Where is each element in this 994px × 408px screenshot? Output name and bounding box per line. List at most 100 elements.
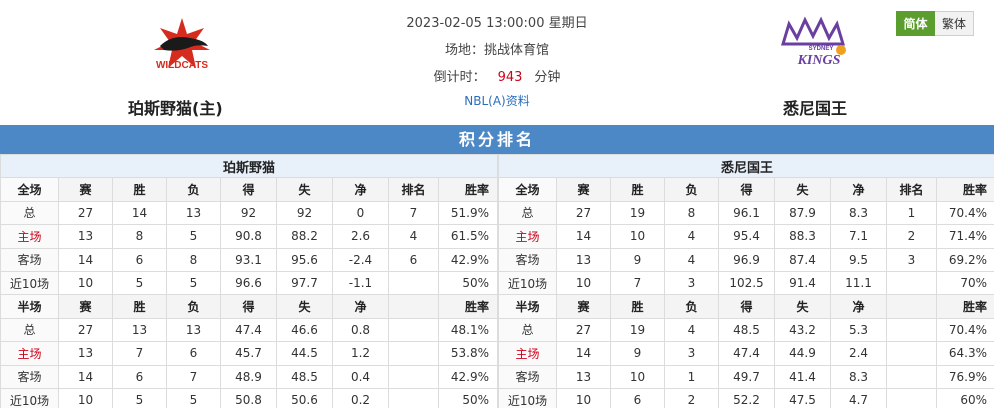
- table-cell: 14: [556, 224, 611, 249]
- full-column-headers: 全场赛胜负得失净排名 胜率: [498, 177, 994, 202]
- table-cell: [388, 364, 439, 389]
- table-cell: 4: [664, 224, 719, 249]
- away-logo-small-text: SYDNEY: [809, 46, 834, 52]
- table-row: 主场 13 7 6 45.7 44.5 1.2 53.8%: [0, 341, 498, 366]
- table-cell: [388, 341, 439, 366]
- column-header: 负: [166, 177, 221, 202]
- table-cell: 2: [886, 224, 937, 249]
- table-cell: 60%: [936, 387, 994, 408]
- row-label: 主场: [498, 224, 557, 249]
- row-label: 客场: [498, 364, 557, 389]
- table-cell: 6: [610, 387, 665, 408]
- table-cell: 9: [610, 341, 665, 366]
- table-cell: [886, 364, 937, 389]
- column-header: 净: [332, 294, 389, 319]
- row-label: 客场: [0, 247, 59, 272]
- table-cell: 13: [556, 364, 611, 389]
- table-cell: 10: [556, 387, 611, 408]
- table-cell: 70.4%: [936, 317, 994, 343]
- table-cell: 13: [556, 247, 611, 272]
- table-cell: 71.4%: [936, 224, 994, 249]
- table-cell: 9.5: [830, 247, 887, 272]
- table-cell: 50.8: [220, 387, 277, 408]
- table-cell: 13: [166, 317, 221, 343]
- table-cell: 7: [610, 270, 665, 296]
- table-cell: 0.8: [332, 317, 389, 343]
- table-cell: 3: [664, 341, 719, 366]
- table-cell: 47.4: [220, 317, 277, 343]
- column-header: 胜: [610, 294, 665, 319]
- column-header: 半场: [0, 294, 59, 319]
- table-cell: 14: [556, 341, 611, 366]
- column-header: 净: [830, 294, 887, 319]
- table-cell: -2.4: [332, 247, 389, 272]
- table-cell: 5: [112, 270, 167, 296]
- home-standings-table: 珀斯野猫 全场赛胜负得失净排名 胜率总 27 14 13 92 92 0 7 51.9% 主场 13 8 5…: [0, 153, 498, 408]
- table-cell: 50%: [438, 387, 498, 408]
- countdown-unit: 分钟: [534, 70, 561, 85]
- table-cell: 70.4%: [936, 200, 994, 226]
- table-cell: 90.8: [220, 224, 277, 249]
- table-cell: 7: [166, 364, 221, 389]
- column-header: 胜率: [936, 177, 994, 202]
- row-label: 客场: [498, 247, 557, 272]
- table-cell: 5: [112, 387, 167, 408]
- table-row: 总 27 19 4 48.5 43.2 5.3 70.4%: [498, 317, 994, 343]
- row-label: 总: [498, 200, 557, 226]
- table-cell: 92: [276, 200, 333, 226]
- column-header: 失: [276, 294, 333, 319]
- row-label: 客场: [0, 364, 59, 389]
- table-cell: 4: [664, 317, 719, 343]
- standings-section-title: 积分排名: [0, 125, 994, 154]
- table-cell: 95.4: [718, 224, 775, 249]
- table-cell: 5: [166, 224, 221, 249]
- table-cell: 61.5%: [438, 224, 498, 249]
- column-header: 得: [718, 294, 775, 319]
- table-cell: 10: [556, 270, 611, 296]
- table-cell: 19: [610, 317, 665, 343]
- table-cell: 13: [166, 200, 221, 226]
- table-cell: 6: [166, 341, 221, 366]
- table-row: 主场 14 10 4 95.4 88.3 7.1 2 71.4%: [498, 224, 994, 249]
- table-cell: 27: [556, 200, 611, 226]
- table-row: 客场 14 6 8 93.1 95.6 -2.4 6 42.9%: [0, 247, 498, 272]
- table-cell: 27: [58, 200, 113, 226]
- table-cell: 50.6: [276, 387, 333, 408]
- table-cell: 3: [664, 270, 719, 296]
- table-cell: 5: [166, 270, 221, 296]
- traditional-chinese-button[interactable]: 繁体: [935, 11, 974, 36]
- column-header: 全场: [0, 177, 59, 202]
- table-cell: 7.1: [830, 224, 887, 249]
- table-cell: [388, 387, 439, 408]
- table-row: 近10场 10 5 5 96.6 97.7 -1.1 50%: [0, 270, 498, 296]
- table-cell: 9: [610, 247, 665, 272]
- table-cell: 52.2: [718, 387, 775, 408]
- table-row: 客场 13 9 4 96.9 87.4 9.5 3 69.2%: [498, 247, 994, 272]
- table-row: 近10场 10 7 3 102.5 91.4 11.1 70%: [498, 270, 994, 296]
- table-cell: 96.9: [718, 247, 775, 272]
- table-cell: 51.9%: [438, 200, 498, 226]
- table-cell: 88.3: [774, 224, 831, 249]
- away-team-logo: SYDNEY KINGS: [773, 16, 853, 76]
- table-cell: 6: [388, 247, 439, 272]
- row-label: 主场: [0, 224, 59, 249]
- table-cell: 48.9: [220, 364, 277, 389]
- table-cell: 10: [610, 224, 665, 249]
- table-team-name: 悉尼国王: [498, 153, 994, 179]
- column-header: 胜: [112, 177, 167, 202]
- table-cell: 4.7: [830, 387, 887, 408]
- row-label: 主场: [0, 341, 59, 366]
- simplified-chinese-button[interactable]: 简体: [896, 11, 935, 36]
- table-team-name: 珀斯野猫: [0, 153, 498, 179]
- column-header: 全场: [498, 177, 557, 202]
- column-header: [886, 294, 937, 319]
- column-header: 负: [664, 177, 719, 202]
- table-cell: 6: [112, 364, 167, 389]
- table-cell: 49.7: [718, 364, 775, 389]
- row-label: 近10场: [0, 270, 59, 296]
- table-cell: 0: [332, 200, 389, 226]
- table-cell: [886, 387, 937, 408]
- table-cell: 70%: [936, 270, 994, 296]
- table-cell: 64.3%: [936, 341, 994, 366]
- table-row: 客场 14 6 7 48.9 48.5 0.4 42.9%: [0, 364, 498, 389]
